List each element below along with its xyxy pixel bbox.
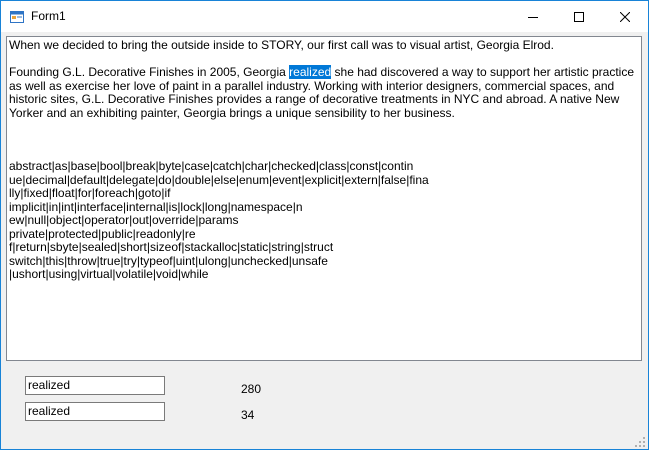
keyword-line: |ushort|using|virtual|volatile|void|whil… xyxy=(9,267,209,281)
maximize-button[interactable] xyxy=(556,1,602,32)
resize-grip-icon[interactable] xyxy=(634,435,646,447)
keyword-line: f|return|sbyte|sealed|short|sizeof|stack… xyxy=(9,240,334,254)
keyword-line: ue|decimal|default|delegate|do|double|el… xyxy=(9,172,429,187)
text-line-intro: When we decided to bring the outside ins… xyxy=(9,38,554,52)
title-bar[interactable]: Form1 xyxy=(1,1,648,32)
keyword-line: private|protected|public|readonly|re xyxy=(9,226,196,241)
minimize-icon xyxy=(528,12,538,22)
maximize-icon xyxy=(574,11,584,22)
text-paragraph-founding: Founding G.L. Decorative Finishes in 200… xyxy=(9,65,641,120)
search-text-field-2[interactable]: realized xyxy=(25,402,165,421)
rich-text-box[interactable]: When we decided to bring the outside ins… xyxy=(6,36,642,361)
window-title: Form1 xyxy=(31,9,66,23)
selected-word-highlight: realized xyxy=(289,65,332,79)
paragraph-text-before: Founding G.L. Decorative Finishes in 200… xyxy=(9,65,290,79)
keyword-line: abstract|as|base|bool|break|byte|case|ca… xyxy=(9,159,414,173)
app-icon xyxy=(10,10,24,23)
minimize-button[interactable] xyxy=(510,1,556,32)
search-text-field-1[interactable]: realized xyxy=(25,376,165,395)
position-value-label: 280 xyxy=(241,382,262,396)
keyword-line: lly|fixed|float|for|foreach|goto|if xyxy=(9,186,171,200)
keyword-line: switch|this|throw|true|try|typeof|uint|u… xyxy=(9,253,328,268)
keyword-line: implicit|in|int|interface|internal|is|lo… xyxy=(9,199,303,214)
blank-lines xyxy=(9,120,641,160)
close-button[interactable] xyxy=(602,1,648,32)
keyword-line: ew|null|object|operator|out|override|par… xyxy=(9,213,239,227)
length-value-label: 34 xyxy=(241,408,255,422)
form1-window: Form1 When we decided to bring the outsi… xyxy=(0,0,649,450)
close-icon xyxy=(620,11,630,22)
